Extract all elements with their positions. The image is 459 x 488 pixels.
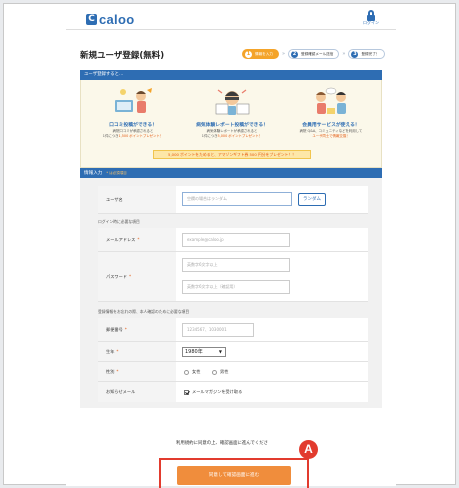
random-button[interactable]: ランダム [298, 193, 326, 206]
submit-highlight-frame: 同意して確認画面に進む [159, 458, 309, 488]
password-row: パスワード * 英数字6文字以上 英数字6文字以上（確認用） [98, 252, 368, 302]
page: C caloo ログイン 新規ユーザ登録(無料) 1 情報を入力 » 2 登録確… [66, 8, 396, 488]
browser-frame: C caloo ログイン 新規ユーザ登録(無料) 1 情報を入力 » 2 登録確… [3, 3, 456, 488]
annotation-marker-a: A [299, 440, 318, 459]
benefits-heading: ユーザ登録すると… [80, 70, 382, 80]
password-confirm-input[interactable]: 英数字6文字以上（確認用） [182, 280, 290, 294]
site-logo[interactable]: C caloo [86, 12, 134, 27]
postal-row: 郵便番号 * 1234567、1030001 [98, 318, 368, 342]
postal-label: 郵便番号 * [98, 318, 176, 341]
benefit-title: 会員用サービスが使える！ [302, 123, 360, 128]
benefit-desc: 病院口コミが承認されると 1件につき1,500 ポイントプレゼント！ [102, 129, 164, 138]
benefit-report: 病気体験レポート投稿ができる！ 病気体験レポートが承認されると 1件につき5,0… [186, 86, 278, 139]
chevron-down-icon: ▼ [218, 349, 222, 354]
step-2: 2 登録確認メール送信 [288, 49, 340, 59]
birth-year-select[interactable]: 1980年 ▼ [182, 347, 226, 357]
benefit-title: 口コミ投稿ができる！ [109, 123, 157, 128]
step-arrow-icon: » [281, 51, 286, 57]
page-title: 新規ユーザ登録(無料) [80, 51, 165, 61]
postal-input[interactable]: 1234567、1030001 [182, 323, 254, 337]
form-heading: 情報入力 * は必須項目 [80, 168, 382, 178]
step-number: 3 [351, 50, 359, 58]
login-link[interactable]: ログイン [362, 10, 380, 26]
benefits-panel: 口コミ投稿ができる！ 病院口コミが承認されると 1件につき1,500 ポイントプ… [80, 80, 382, 168]
lock-icon [367, 10, 375, 21]
site-header: C caloo ログイン [66, 8, 396, 30]
gender-row: 性別 * 女性 男性 [98, 362, 368, 382]
agree-text: 利用規約に同意の上、確認画面に進んでくださ [176, 441, 268, 446]
review-illustration-icon [111, 86, 155, 118]
required-note: * は必須項目 [106, 171, 127, 175]
email-input[interactable]: example@caloo.jp [182, 233, 290, 247]
step-number: 1 [245, 50, 252, 58]
benefit-desc: 病院 Q&A、コミュニティなどを利用して ユーザ同士で情報交換！ [299, 129, 363, 138]
promo-banner: 5,000 ポイントをためると、アマゾンギフト券 500 円分をプレゼント！！ [153, 150, 311, 159]
community-illustration-icon [309, 86, 353, 118]
gender-male-radio[interactable]: 男性 [212, 369, 228, 375]
benefit-community: 会員用サービスが使える！ 病院 Q&A、コミュニティなどを利用して ユーザ同士で… [285, 86, 377, 139]
step-1: 1 情報を入力 [242, 49, 279, 59]
username-label: ユーザ名 [98, 186, 176, 213]
newsletter-label: お知らせメール [98, 382, 176, 402]
step-number: 2 [291, 50, 299, 58]
username-row: ユーザ名 空欄の場合はランダム ランダム [98, 186, 368, 214]
birth-year-row: 生年 * 1980年 ▼ [98, 342, 368, 362]
step-label: 登録完了！ [361, 51, 380, 56]
password-label: パスワード * [98, 252, 176, 301]
progress-steps: 1 情報を入力 » 2 登録確認メール送信 » 3 登録完了！ [242, 49, 386, 59]
email-row: メールアドレス * example@caloo.jp [98, 228, 368, 252]
password-input[interactable]: 英数字6文字以上 [182, 258, 290, 272]
registration-form: ユーザ名 空欄の場合はランダム ランダム ログイン時に必要な項目 メールアドレス… [80, 178, 382, 408]
benefit-title: 病気体験レポート投稿ができる！ [196, 123, 268, 128]
benefit-desc: 病気体験レポートが承認されると 1件につき5,000 ポイントプレゼント！ [201, 129, 263, 138]
username-input[interactable]: 空欄の場合はランダム [182, 192, 292, 206]
newsletter-row: お知らせメール メールマガジンを受け取る [98, 382, 368, 402]
benefit-review: 口コミ投稿ができる！ 病院口コミが承認されると 1件につき1,500 ポイントプ… [87, 86, 179, 139]
step-label: 情報を入力 [255, 51, 273, 56]
logo-text: caloo [99, 12, 135, 27]
email-label: メールアドレス * [98, 228, 176, 251]
newsletter-checkbox[interactable]: メールマガジンを受け取る [184, 389, 242, 395]
step-label: 登録確認メール送信 [301, 51, 334, 56]
step-3: 3 登録完了！ [348, 49, 386, 59]
step-arrow-icon: » [342, 51, 346, 57]
identity-section-note: 登録情報をお忘れの際、本人確認のために必要な項目 [98, 309, 368, 315]
login-section-note: ログイン時に必要な項目 [98, 219, 368, 225]
gender-female-radio[interactable]: 女性 [184, 369, 200, 375]
submit-button[interactable]: 同意して確認画面に進む [177, 466, 291, 485]
gender-label: 性別 * [98, 362, 176, 381]
report-illustration-icon [210, 86, 254, 118]
logo-mark: C [86, 14, 97, 25]
birth-year-label: 生年 * [98, 342, 176, 361]
